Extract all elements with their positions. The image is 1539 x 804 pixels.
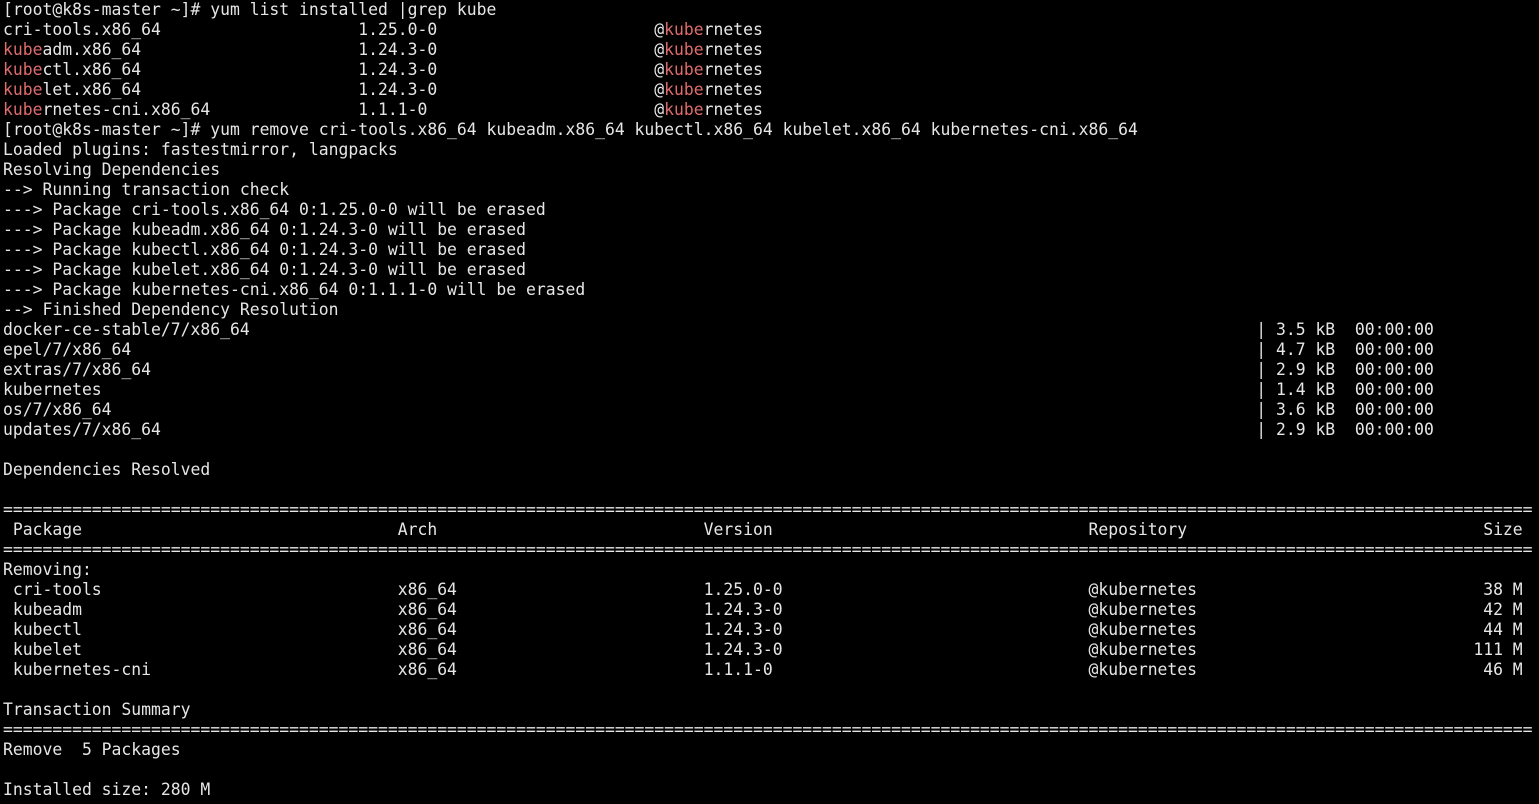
grep-text: rnetes: [703, 40, 763, 59]
grep-text: adm.x86_64 1.24.3-0 @: [42, 40, 665, 59]
terminal-window[interactable]: [root@k8s-master ~]# yum list installed …: [0, 0, 1539, 804]
output-line: Dependencies Resolved: [3, 460, 211, 479]
grep-result-line: kubectl.x86_64 1.24.3-0 @kubernetes: [3, 60, 1539, 80]
table-row: cri-tools x86_64 1.25.0-0 @kubernetes 38…: [3, 580, 1523, 599]
grep-text: rnetes: [703, 20, 763, 39]
grep-result-line: kubernetes-cni.x86_64 1.1.1-0 @kubernete…: [3, 100, 1539, 120]
command-prompt-line: [root@k8s-master ~]# yum remove cri-tool…: [3, 120, 1138, 139]
repo-status-line: kubernetes | 1.4 kB 00:00:00: [3, 380, 1434, 399]
output-line: ---> Package kubelet.x86_64 0:1.24.3-0 w…: [3, 260, 527, 279]
grep-match-highlight: kube: [664, 100, 704, 119]
grep-match-highlight: kube: [3, 100, 43, 119]
separator-rule: ========================================…: [3, 500, 1533, 519]
output-line: ---> Package cri-tools.x86_64 0:1.25.0-0…: [3, 200, 546, 219]
output-line: Transaction Summary: [3, 700, 191, 719]
grep-match-highlight: kube: [3, 40, 43, 59]
repo-status-line: updates/7/x86_64 | 2.9 kB 00:00:00: [3, 420, 1434, 439]
repo-status-line: epel/7/x86_64 | 4.7 kB 00:00:00: [3, 340, 1434, 359]
grep-text: rnetes: [703, 80, 763, 99]
grep-text: rnetes: [703, 100, 763, 119]
output-line: ---> Package kubernetes-cni.x86_64 0:1.1…: [3, 280, 586, 299]
output-line: Remove 5 Packages: [3, 740, 181, 759]
grep-match-highlight: kube: [664, 80, 704, 99]
output-line: Installed size: 280 M: [3, 780, 211, 799]
table-row: kubernetes-cni x86_64 1.1.1-0 @kubernete…: [3, 660, 1523, 679]
command-prompt-line: [root@k8s-master ~]# yum list installed …: [3, 0, 497, 19]
grep-match-highlight: kube: [664, 60, 704, 79]
grep-result-line: kubelet.x86_64 1.24.3-0 @kubernetes: [3, 80, 1539, 100]
output-line: Loaded plugins: fastestmirror, langpacks: [3, 140, 398, 159]
output-line: Resolving Dependencies: [3, 160, 221, 179]
separator-rule: ========================================…: [3, 720, 1533, 739]
grep-text: let.x86_64 1.24.3-0 @: [42, 80, 665, 99]
output-line: ---> Package kubeadm.x86_64 0:1.24.3-0 w…: [3, 220, 527, 239]
output-line: --> Running transaction check: [3, 180, 290, 199]
grep-text: ctl.x86_64 1.24.3-0 @: [42, 60, 665, 79]
grep-match-highlight: kube: [664, 20, 704, 39]
output-line: Removing:: [3, 560, 92, 579]
grep-text: rnetes: [703, 60, 763, 79]
table-row: kubelet x86_64 1.24.3-0 @kubernetes 111 …: [3, 640, 1523, 659]
grep-match-highlight: kube: [664, 40, 704, 59]
separator-rule: ========================================…: [3, 540, 1533, 559]
grep-match-highlight: kube: [3, 80, 43, 99]
grep-result-line: cri-tools.x86_64 1.25.0-0 @kubernetes: [3, 20, 1539, 40]
grep-text: cri-tools.x86_64 1.25.0-0 @: [3, 20, 665, 39]
table-header-line: Package Arch Version Repository Size: [3, 520, 1523, 539]
repo-status-line: docker-ce-stable/7/x86_64 | 3.5 kB 00:00…: [3, 320, 1434, 339]
grep-match-highlight: kube: [3, 60, 43, 79]
grep-result-line: kubeadm.x86_64 1.24.3-0 @kubernetes: [3, 40, 1539, 60]
output-line: ---> Package kubectl.x86_64 0:1.24.3-0 w…: [3, 240, 527, 259]
output-line: --> Finished Dependency Resolution: [3, 300, 339, 319]
repo-status-line: os/7/x86_64 | 3.6 kB 00:00:00: [3, 400, 1434, 419]
repo-status-line: extras/7/x86_64 | 2.9 kB 00:00:00: [3, 360, 1434, 379]
grep-text: rnetes-cni.x86_64 1.1.1-0 @: [42, 100, 665, 119]
table-row: kubectl x86_64 1.24.3-0 @kubernetes 44 M: [3, 620, 1523, 639]
table-row: kubeadm x86_64 1.24.3-0 @kubernetes 42 M: [3, 600, 1523, 619]
